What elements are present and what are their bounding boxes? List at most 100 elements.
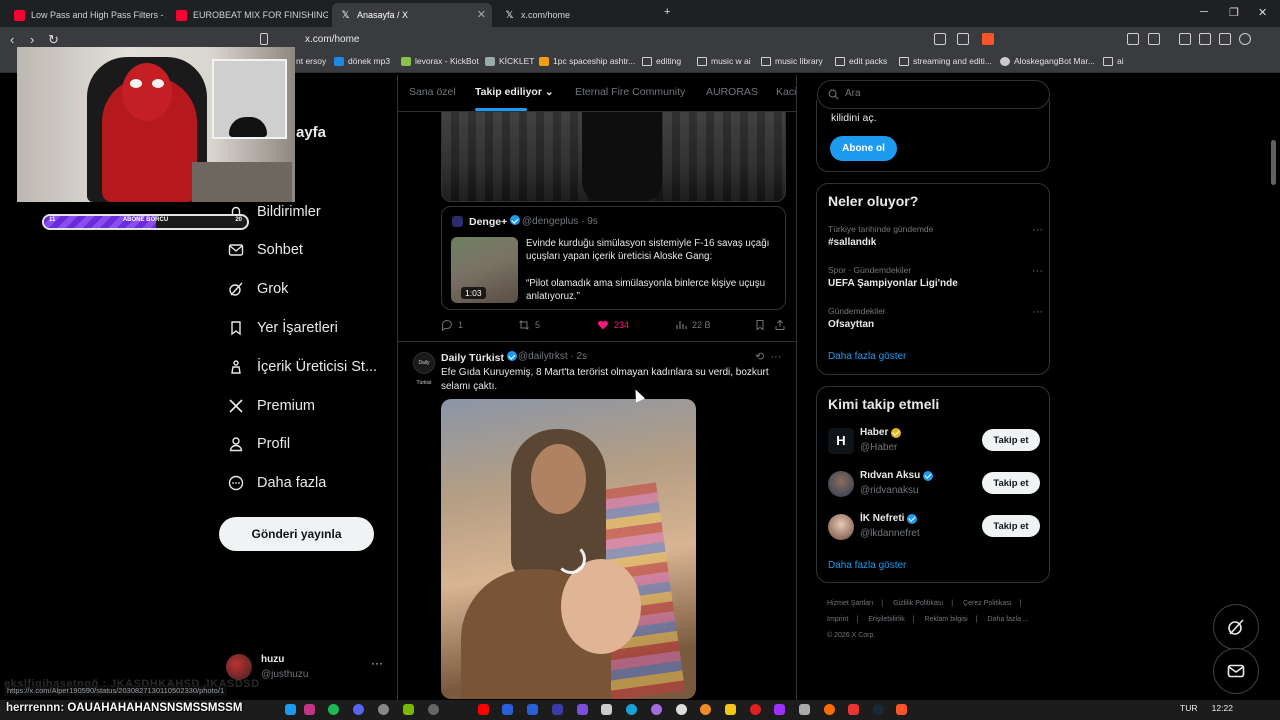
music-icon[interactable] bbox=[1179, 33, 1191, 45]
wallet-icon[interactable] bbox=[1219, 33, 1231, 45]
tray-clock[interactable]: 12:22 bbox=[1212, 703, 1233, 713]
nav-profile[interactable]: Profil bbox=[228, 431, 290, 457]
tab-anasayfa[interactable]: 𝕏 Anasayfa / X ✕ bbox=[332, 3, 492, 27]
premiere-icon[interactable] bbox=[577, 704, 588, 715]
nvidia-icon[interactable] bbox=[403, 704, 414, 715]
app-icon[interactable] bbox=[848, 704, 859, 715]
tab-xcom[interactable]: 𝕏 x.com/home bbox=[496, 3, 656, 27]
back-icon[interactable]: ‹ bbox=[10, 32, 14, 47]
grok-fab[interactable] bbox=[1213, 604, 1259, 650]
nav-premium[interactable]: Premium bbox=[228, 393, 315, 419]
post-button[interactable]: Gönderi yayınla bbox=[219, 517, 374, 551]
minimize-icon[interactable]: ─ bbox=[1200, 6, 1208, 18]
instagram-icon[interactable] bbox=[304, 704, 315, 715]
close-icon[interactable]: ✕ bbox=[477, 8, 486, 21]
footer-link[interactable]: Imprint bbox=[827, 616, 848, 623]
follow-button[interactable]: Takip et bbox=[982, 515, 1040, 537]
menu-icon[interactable] bbox=[1259, 33, 1271, 45]
more-icon[interactable]: ··· bbox=[371, 656, 383, 670]
tab-low-pass[interactable]: Low Pass and High Pass Filters - Adob bbox=[6, 3, 166, 27]
show-more-link[interactable]: Daha fazla göster bbox=[828, 560, 906, 571]
app-icon[interactable] bbox=[725, 704, 736, 715]
bookmark-item[interactable]: edit packs bbox=[835, 56, 887, 66]
photoshop-icon[interactable] bbox=[502, 704, 513, 715]
footer-link[interactable]: Gizlilik Politikası bbox=[893, 600, 943, 607]
sidebar-icon[interactable] bbox=[1148, 33, 1160, 45]
bookmark-page-icon[interactable] bbox=[260, 33, 268, 45]
audition-icon[interactable] bbox=[552, 704, 563, 715]
trend-item[interactable]: Türkiye tarihinde gündemde #sallandık ··… bbox=[828, 224, 1043, 256]
app-icon[interactable] bbox=[750, 704, 761, 715]
bookmark-item[interactable]: AloskegangBot Mar... bbox=[1000, 56, 1095, 66]
more-icon[interactable]: ··· bbox=[1032, 224, 1043, 236]
app-icon[interactable] bbox=[378, 704, 389, 715]
media-encoder-icon[interactable] bbox=[527, 704, 538, 715]
tab-eternal-fire[interactable]: Eternal Fire Community bbox=[575, 86, 685, 98]
app-icon[interactable] bbox=[799, 704, 810, 715]
footer-link[interactable]: Çerez Politikası bbox=[963, 600, 1012, 607]
follow-suggestion[interactable]: H Haber @Haber Takip et bbox=[828, 425, 1040, 459]
bookmark-item[interactable]: 1pc spaceship ashtr... bbox=[539, 56, 635, 66]
grok-icon[interactable]: ⟲ bbox=[755, 351, 764, 363]
maximize-icon[interactable]: ❐ bbox=[1229, 6, 1239, 19]
vpn-icon[interactable] bbox=[1239, 33, 1251, 45]
app-icon[interactable] bbox=[700, 704, 711, 715]
bookmark-item[interactable]: music library bbox=[761, 56, 823, 66]
tray-language[interactable]: TUR bbox=[1180, 703, 1197, 713]
trend-item[interactable]: Spor · Gündemdekiler UEFA Şampiyonlar Li… bbox=[828, 265, 1043, 297]
tab-for-you[interactable]: Sana özel bbox=[409, 86, 456, 98]
daily-turkist-avatar[interactable]: Daily Türkist bbox=[413, 352, 435, 386]
bookmark-item[interactable]: levorax - KickBot bbox=[401, 56, 479, 66]
bookmark-item[interactable]: dönek mp3 bbox=[334, 56, 390, 66]
bookmark-item[interactable]: KİCKLET bbox=[485, 56, 534, 66]
trend-item[interactable]: Gündemdekiler Ofsayttan ··· bbox=[828, 306, 1043, 338]
video-thumbnail[interactable]: 1:03 bbox=[451, 237, 518, 303]
share-button[interactable] bbox=[774, 319, 791, 331]
show-more-link[interactable]: Daha fazla göster bbox=[828, 351, 906, 362]
subscribe-button[interactable]: Abone ol bbox=[830, 136, 897, 161]
adobe-icon[interactable] bbox=[478, 704, 489, 715]
app-icon[interactable] bbox=[824, 704, 835, 715]
bookmark-item[interactable]: streaming and editi... bbox=[899, 56, 992, 66]
follow-suggestion[interactable]: Rıdvan Aksu @ridvanaksu Takip et bbox=[828, 468, 1040, 502]
tab-auroras[interactable]: AURORAS bbox=[706, 86, 758, 98]
follow-suggestion[interactable]: İK Nefreti @lkdannefret Takip et bbox=[828, 511, 1040, 545]
app-icon[interactable] bbox=[285, 704, 296, 715]
nav-grok[interactable]: Grok bbox=[228, 276, 288, 302]
scrollbar-thumb[interactable] bbox=[1271, 140, 1276, 185]
bookmark-button[interactable] bbox=[754, 319, 771, 331]
footer-link[interactable]: Hizmet Şartları bbox=[827, 600, 873, 607]
footer-link[interactable]: Daha fazla ... bbox=[988, 616, 1029, 623]
tab-following[interactable]: Takip ediliyor ⌄ bbox=[475, 86, 554, 98]
tweet-media[interactable] bbox=[441, 112, 786, 202]
tab-kaci[interactable]: Kaci bbox=[776, 86, 796, 98]
discord-icon[interactable] bbox=[353, 704, 364, 715]
more-icon[interactable]: ··· bbox=[770, 351, 781, 363]
views-button[interactable]: 22 B bbox=[675, 319, 711, 331]
bookmark-item[interactable]: nt ersoy bbox=[296, 56, 326, 66]
footer-link[interactable]: Reklam bilgisi bbox=[925, 616, 968, 623]
extensions-icon[interactable] bbox=[1127, 33, 1139, 45]
more-icon[interactable]: ··· bbox=[1032, 265, 1043, 277]
app-icon[interactable] bbox=[651, 704, 662, 715]
share-icon[interactable] bbox=[957, 33, 969, 45]
nav-home-label[interactable]: ayfa bbox=[296, 124, 326, 141]
app-icon[interactable] bbox=[626, 704, 637, 715]
nav-bookmarks[interactable]: Yer İşaretleri bbox=[228, 315, 338, 341]
app-icon[interactable] bbox=[676, 704, 687, 715]
nav-chat[interactable]: Sohbet bbox=[228, 237, 303, 263]
tab-eurobeat[interactable]: EUROBEAT MIX FOR FINISHING SCH bbox=[168, 3, 328, 27]
messages-fab[interactable] bbox=[1213, 648, 1259, 694]
forward-icon[interactable]: › bbox=[30, 32, 34, 47]
brave-shield-icon[interactable] bbox=[982, 33, 994, 45]
app-icon[interactable] bbox=[601, 704, 612, 715]
quoted-tweet[interactable]: Denge+ @dengeplus · 9s 1:03 Evinde kurdu… bbox=[441, 206, 786, 310]
window-close-icon[interactable]: ✕ bbox=[1258, 6, 1267, 19]
twitch-icon[interactable] bbox=[774, 704, 785, 715]
steam-icon[interactable] bbox=[873, 704, 884, 715]
tweet-author[interactable]: Daily Türkist bbox=[441, 351, 518, 364]
new-tab-icon[interactable]: + bbox=[664, 6, 670, 18]
like-button[interactable]: 234 bbox=[597, 319, 629, 331]
bookmark-item[interactable]: editing bbox=[642, 56, 681, 66]
nav-creator-studio[interactable]: İçerik Üreticisi St... bbox=[228, 354, 377, 380]
